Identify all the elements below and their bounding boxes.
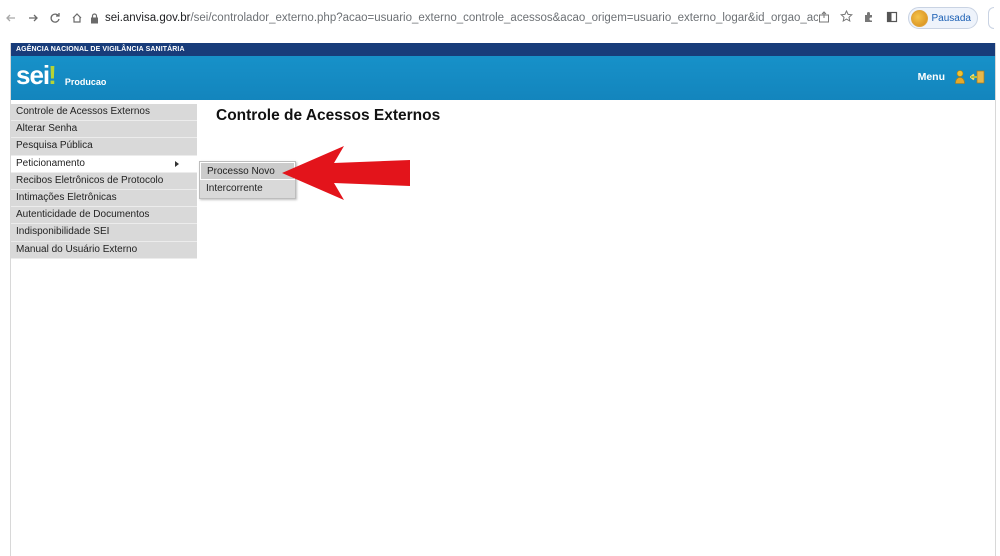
sidepanel-icon[interactable] (886, 11, 898, 26)
red-arrow-icon (282, 146, 410, 200)
logo-text: sei (16, 60, 50, 90)
sidebar-item-intimacoes[interactable]: Intimações Eletrônicas (11, 189, 197, 208)
sidebar-item-indisponibilidade[interactable]: Indisponibilidade SEI (11, 224, 197, 242)
submenu-arrow-icon (175, 160, 179, 167)
avatar (910, 9, 928, 27)
logo-exclamation: ! (48, 60, 57, 90)
star-icon[interactable] (839, 9, 853, 26)
sidebar-item-alterar-senha[interactable]: Alterar Senha (11, 121, 197, 139)
sidebar-item-pesquisa-publica[interactable]: Pesquisa Pública (11, 138, 197, 156)
home-icon[interactable] (66, 7, 88, 29)
org-name: AGÊNCIA NACIONAL DE VIGILÂNCIA SANITÁRIA (11, 43, 995, 56)
browser-toolbar: sei.anvisa.gov.br/sei/controlador_extern… (0, 0, 1000, 36)
submenu-item-processo-novo[interactable]: Processo Novo (200, 162, 295, 180)
submenu-item-intercorrente[interactable]: Intercorrente (200, 180, 295, 198)
sidebar-item-autenticidade[interactable]: Autenticidade de Documentos (11, 207, 197, 225)
sei-header: sei! Producao Menu (11, 56, 995, 100)
share-icon[interactable] (818, 10, 830, 26)
sei-page: AGÊNCIA NACIONAL DE VIGILÂNCIA SANITÁRIA… (10, 43, 996, 556)
user-icon[interactable] (954, 70, 965, 84)
lock-icon[interactable] (90, 12, 99, 24)
sidebar-item-label: Peticionamento (16, 157, 85, 169)
profile-label: Pausada (931, 12, 971, 24)
sidebar-item-recibos[interactable]: Recibos Eletrônicos de Protocolo (11, 172, 197, 190)
sidebar-item-controle-acessos[interactable]: Controle de Acessos Externos (11, 104, 197, 122)
back-icon[interactable] (0, 7, 22, 29)
address-bar[interactable]: sei.anvisa.gov.br/sei/controlador_extern… (90, 5, 818, 31)
forward-icon[interactable] (22, 7, 44, 29)
url-domain: sei.anvisa.gov.br (105, 12, 191, 24)
reload-icon[interactable] (44, 7, 66, 29)
url-path: /sei/controlador_externo.php?acao=usuari… (190, 12, 818, 24)
sei-logo[interactable]: sei! Producao (16, 60, 107, 90)
extensions-icon[interactable] (863, 10, 876, 26)
exit-icon[interactable] (970, 70, 985, 84)
browser-actions: Pausada (818, 7, 994, 29)
sidebar-item-manual[interactable]: Manual do Usuário Externo (11, 241, 197, 259)
page-title: Controle de Acessos Externos (216, 107, 441, 124)
menu-link[interactable]: Menu (918, 71, 945, 83)
sidebar-item-peticionamento[interactable]: Peticionamento (11, 155, 197, 173)
header-actions: Menu (918, 70, 985, 84)
environment-label: Producao (64, 77, 107, 87)
browser-menu-edge[interactable] (988, 7, 994, 29)
nav-buttons (0, 7, 88, 29)
profile-button[interactable]: Pausada (907, 7, 978, 29)
sidebar-menu: Controle de Acessos Externos Alterar Sen… (11, 104, 197, 259)
